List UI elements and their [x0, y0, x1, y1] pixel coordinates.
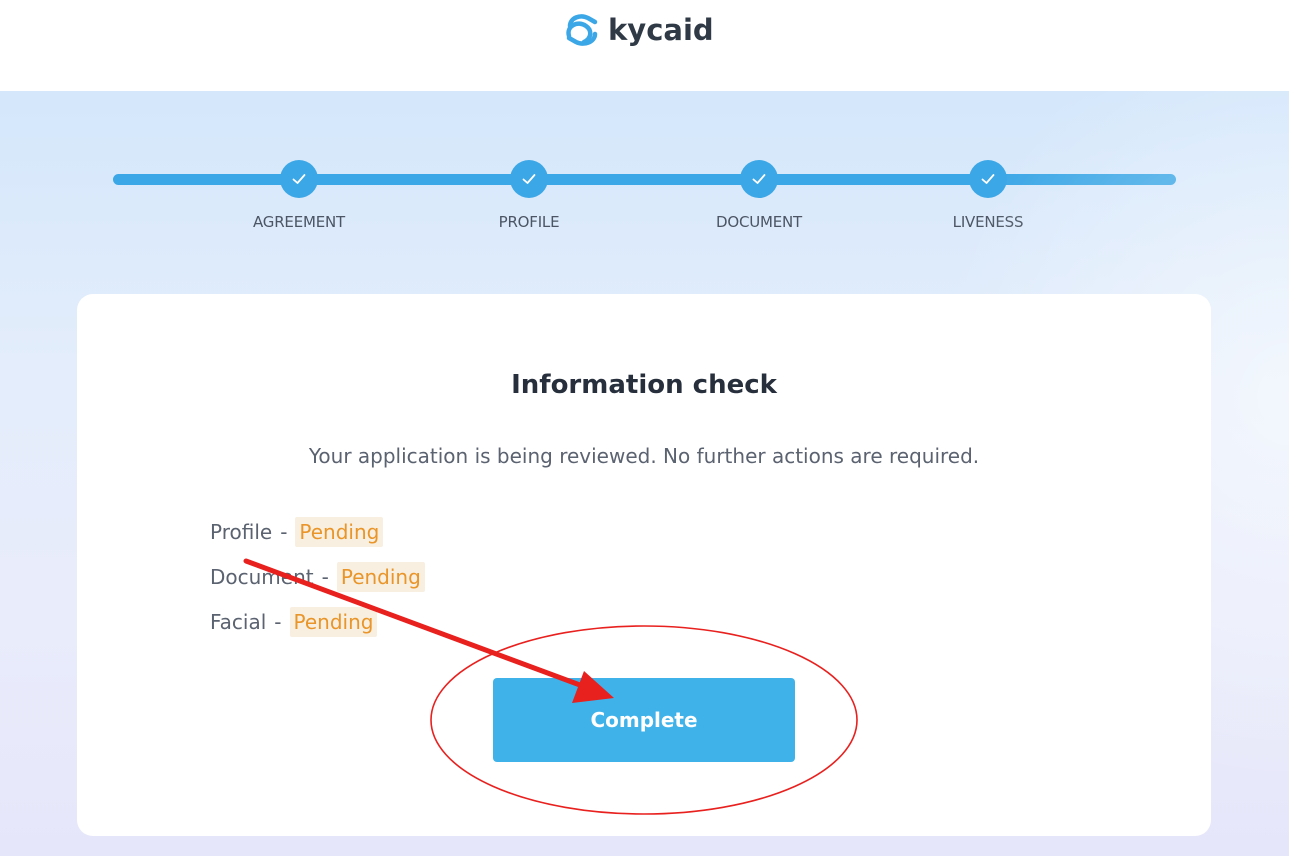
status-badge: Pending: [289, 606, 378, 637]
status-label: Facial: [210, 609, 267, 634]
status-separator: -: [280, 519, 288, 544]
status-badge: Pending: [295, 516, 384, 547]
status-label: Profile: [210, 519, 273, 544]
progress-track: [113, 174, 1176, 185]
status-row-profile: Profile - Pending: [210, 509, 425, 554]
step-label-profile: PROFILE: [498, 213, 560, 231]
step-liveness-indicator: [969, 160, 1007, 198]
information-check-card: Information check Your application is be…: [77, 294, 1211, 836]
check-icon: [292, 174, 306, 184]
status-list: Profile - Pending Document - Pending Fac…: [210, 509, 425, 644]
card-description: Your application is being reviewed. No f…: [308, 444, 980, 468]
main-area: AGREEMENT PROFILE DOCUMENT LIVENESS Info…: [0, 91, 1289, 856]
status-badge: Pending: [336, 561, 425, 592]
status-separator: -: [321, 564, 329, 589]
complete-button[interactable]: Complete: [493, 678, 795, 762]
step-document-indicator: [740, 160, 778, 198]
step-agreement-indicator: [280, 160, 318, 198]
brand-name: kycaid: [608, 13, 714, 47]
step-label-liveness: LIVENESS: [952, 213, 1024, 231]
kycaid-logo-icon: [566, 14, 598, 46]
brand-logo[interactable]: kycaid: [562, 10, 714, 50]
check-icon: [752, 174, 766, 184]
check-icon: [981, 174, 995, 184]
status-label: Document: [210, 564, 314, 589]
status-row-document: Document - Pending: [210, 554, 425, 599]
card-title: Information check: [511, 370, 777, 400]
check-icon: [522, 174, 536, 184]
status-separator: -: [274, 609, 282, 634]
status-row-facial: Facial - Pending: [210, 599, 425, 644]
header: kycaid: [0, 0, 1289, 91]
step-label-document: DOCUMENT: [715, 213, 802, 231]
step-label-agreement: AGREEMENT: [252, 213, 345, 231]
step-profile-indicator: [510, 160, 548, 198]
